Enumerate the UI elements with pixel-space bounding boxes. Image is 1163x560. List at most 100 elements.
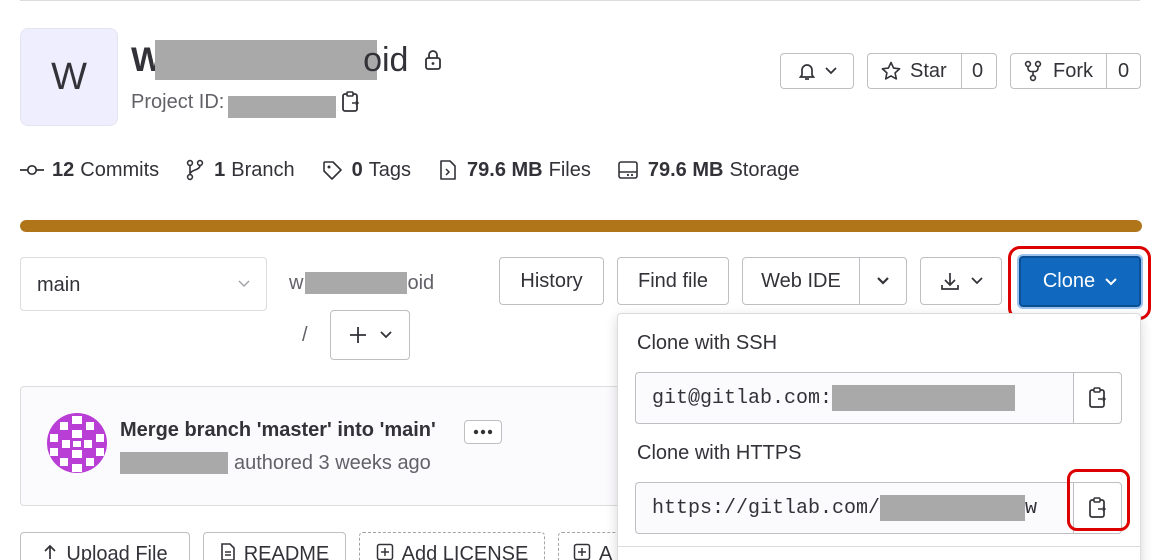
commit-title[interactable]: Merge branch 'master' into 'main' — [120, 419, 436, 442]
history-button[interactable]: History — [499, 257, 604, 305]
redacted-project-name — [155, 40, 378, 80]
copy-https-highlight — [1067, 469, 1130, 531]
star-icon — [880, 60, 902, 82]
add-to-tree-button[interactable] — [330, 310, 410, 360]
find-file-button[interactable]: Find file — [617, 257, 729, 305]
top-divider — [20, 0, 1140, 1]
copy-ssh-button[interactable] — [1073, 372, 1122, 424]
commit-meta: authored 3 weeks ago — [120, 451, 431, 475]
commit-icon — [20, 163, 44, 177]
chevron-down-icon — [238, 280, 250, 288]
storage-size: 79.6 MB — [647, 158, 724, 181]
bell-icon — [797, 61, 817, 81]
redacted-ssh-path — [832, 385, 1016, 411]
branches-link[interactable]: 1 Branch — [185, 159, 295, 182]
breadcrumb-separator: / — [302, 324, 308, 346]
tags-label: Tags — [368, 158, 412, 181]
branch-selector[interactable]: main — [20, 257, 267, 311]
author-avatar[interactable] — [46, 412, 108, 474]
breadcrumb-prefix[interactable]: w — [289, 272, 303, 295]
web-ide-dropdown-button[interactable] — [859, 257, 907, 305]
add-license-label: Add LICENSE — [401, 543, 529, 560]
project-avatar: W — [20, 28, 118, 126]
lock-icon — [422, 49, 444, 71]
files-size: 79.6 MB — [467, 158, 543, 181]
commit-authored-text: authored 3 weeks ago — [234, 451, 431, 474]
download-icon — [939, 270, 961, 292]
file-icon — [439, 159, 457, 181]
copy-icon — [1088, 386, 1108, 410]
clone-dropdown-panel: Clone with SSH git@gitlab.com: Clone wit… — [617, 313, 1141, 560]
clone-ssh-field[interactable]: git@gitlab.com: — [635, 372, 1073, 424]
add-file-label: A — [599, 543, 613, 560]
plus-icon — [348, 325, 368, 345]
last-commit-card — [20, 386, 660, 506]
clone-label: Clone — [1042, 270, 1096, 292]
ellipsis-icon — [472, 429, 494, 435]
fork-icon — [1023, 60, 1043, 82]
clone-ssh-label: Clone with SSH — [637, 332, 778, 354]
chevron-down-icon — [971, 277, 983, 285]
branch-label: Branch — [231, 158, 295, 181]
clone-button[interactable]: Clone — [1019, 256, 1141, 307]
project-id-label: Project ID: — [131, 90, 225, 113]
tag-icon — [321, 159, 343, 181]
files-link[interactable]: 79.6 MB Files — [439, 159, 591, 182]
web-ide-button[interactable]: Web IDE — [742, 257, 860, 305]
plus-square-icon — [573, 543, 591, 560]
star-count: 0 — [972, 59, 984, 82]
redacted-project-id — [228, 96, 337, 118]
star-button[interactable]: Star 0 — [867, 53, 997, 89]
upload-file-label: Upload File — [66, 543, 168, 560]
fork-label: Fork — [1053, 59, 1093, 82]
commit-expand-button[interactable] — [464, 420, 502, 444]
star-count-divider — [961, 54, 962, 88]
branch-selector-value: main — [37, 273, 81, 296]
fork-button[interactable]: Fork 0 — [1010, 53, 1141, 89]
download-button[interactable] — [920, 257, 1002, 305]
project-id-row: Project ID: — [131, 88, 362, 118]
stats-row: 12 Commits 1 Branch 0 Tags 79.6 MB Files… — [20, 156, 800, 184]
plus-square-icon — [376, 543, 394, 560]
breadcrumb: w oid — [289, 270, 434, 296]
chevron-down-icon — [877, 277, 889, 285]
storage-label: Storage — [729, 158, 800, 181]
tags-link[interactable]: 0 Tags — [321, 159, 411, 182]
clone-https-label: Clone with HTTPS — [637, 442, 802, 464]
redacted-path — [305, 272, 408, 294]
add-license-button[interactable]: Add LICENSE — [359, 532, 545, 560]
copy-project-id-icon[interactable] — [340, 90, 362, 114]
storage-usage-fill — [20, 220, 1142, 232]
readme-label: README — [243, 543, 330, 560]
branch-icon — [185, 159, 205, 181]
tags-count: 0 — [351, 158, 363, 181]
chevron-down-icon — [380, 331, 392, 339]
breadcrumb-suffix[interactable]: oid — [407, 272, 434, 295]
redacted-https-path — [880, 495, 1026, 521]
clone-dropdown-divider — [618, 546, 1140, 547]
upload-file-button[interactable]: Upload File — [20, 532, 190, 560]
chevron-down-icon — [825, 67, 837, 75]
branch-count: 1 — [214, 158, 226, 181]
readme-button[interactable]: README — [203, 532, 346, 560]
clone-https-prefix: https://gitlab.com/ — [652, 496, 881, 520]
chevron-down-icon — [1105, 277, 1117, 286]
files-label: Files — [548, 158, 591, 181]
commits-link[interactable]: 12 Commits — [20, 159, 159, 182]
avatar-letter: W — [51, 55, 87, 98]
commits-label: Commits — [80, 158, 160, 181]
fork-count-divider — [1106, 54, 1107, 88]
storage-icon — [617, 160, 639, 180]
clone-https-field[interactable]: https://gitlab.com/ w — [635, 482, 1073, 534]
commits-count: 12 — [52, 158, 75, 181]
star-label: Star — [910, 59, 947, 82]
doc-icon — [220, 543, 236, 560]
redacted-author-name[interactable] — [120, 452, 228, 474]
clone-ssh-prefix: git@gitlab.com: — [652, 386, 833, 410]
upload-icon — [42, 543, 58, 560]
storage-usage-bar — [20, 220, 1142, 232]
fork-count: 0 — [1118, 59, 1130, 82]
storage-link[interactable]: 79.6 MB Storage — [617, 159, 800, 182]
notifications-button[interactable] — [780, 53, 854, 89]
clone-https-suffix: w — [1025, 496, 1038, 520]
